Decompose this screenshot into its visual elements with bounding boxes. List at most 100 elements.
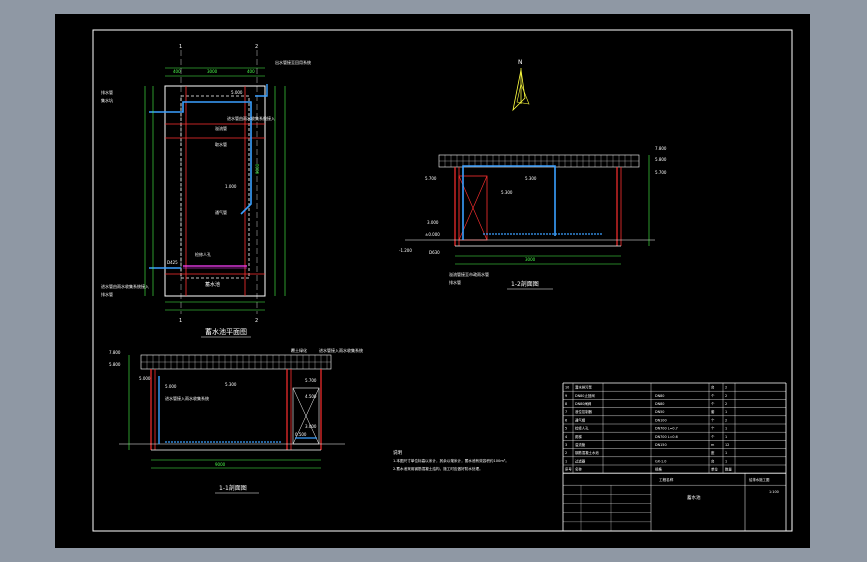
- part-qty: 1: [725, 459, 727, 463]
- drawing-name: 蓄水池: [687, 494, 701, 501]
- plan-view: 400 3000 400 1 2 1 2 9000 进水管由雨水收集系统接入 溢…: [101, 44, 311, 338]
- part-spec: DN80: [655, 402, 664, 406]
- part-spec: DN80: [655, 394, 664, 398]
- plan-note: 排水管: [101, 89, 113, 95]
- part-spec: GX-1.0: [655, 459, 666, 463]
- section-level: 5.300: [501, 190, 513, 195]
- section-mark: 2: [255, 44, 258, 50]
- part-unit: 台: [711, 385, 715, 390]
- drawing-frame: [92, 29, 793, 532]
- plan-note: 进水管由雨水收集系统接入: [101, 283, 149, 289]
- plan-title: 蓄水池平面图: [205, 327, 247, 336]
- notes-line: 1.本图尺寸单位标高以米计，其余以毫米计，蓄水池有效容积约100m³。: [393, 458, 509, 463]
- section-mark: 2: [255, 318, 258, 324]
- plan-dim-text: 3000: [207, 69, 218, 74]
- section-dim: 9000: [215, 462, 226, 467]
- plan-bottom-label: 蓄水池: [205, 281, 220, 288]
- section-level: 5.700: [655, 170, 667, 175]
- section-level: 3.000: [305, 424, 317, 429]
- part-no: 3: [565, 443, 567, 447]
- plan-dim-text: 9000: [255, 163, 260, 174]
- part-spec: DN100: [655, 418, 667, 422]
- part-unit: 套: [711, 409, 715, 414]
- part-unit: 个: [711, 393, 715, 398]
- plan-level: 5.000: [231, 90, 243, 95]
- cad-drawing: 400 3000 400 1 2 1 2 9000 进水管由雨水收集系统接入 溢…: [92, 29, 793, 532]
- section-dim: 3000: [525, 257, 536, 262]
- part-qty: 12: [725, 443, 729, 447]
- part-no: 8: [565, 402, 567, 406]
- header-cell: 数量: [725, 467, 732, 472]
- part-qty: 2: [725, 386, 727, 390]
- plan-dim-text: 400: [173, 69, 181, 74]
- section-level: 5.300: [525, 176, 537, 181]
- part-qty: 2: [725, 418, 727, 422]
- plan-dim-text: 400: [247, 69, 255, 74]
- plan-note: 取水管: [215, 141, 227, 147]
- part-no: 7: [565, 410, 567, 414]
- header-cell: 规格: [655, 467, 662, 472]
- notes-label: 说明: [393, 449, 402, 456]
- plan-level: 1.000: [225, 184, 237, 189]
- notes-line: 2.蓄水池采用钢筋混凝土结构，施工时应做好防水处理。: [393, 466, 483, 471]
- part-qty: 2: [725, 394, 727, 398]
- plan-dim-text: D425: [167, 260, 178, 265]
- plan-note: 集水坑: [101, 97, 113, 103]
- section-title: 1-2剖面图: [511, 280, 539, 288]
- section-level: 5.800: [109, 362, 121, 367]
- part-no: 1: [565, 459, 567, 463]
- plan-note: 出水管接至回用系统: [275, 59, 311, 65]
- plan-note: 排水管: [101, 291, 113, 297]
- section-level: -1.200: [399, 248, 412, 253]
- north-arrow: N: [512, 59, 530, 112]
- section-level: 5.800: [655, 157, 667, 162]
- part-qty: 1: [725, 410, 727, 414]
- sheet-code: 给排水施工图: [749, 477, 770, 482]
- section-level: 5.700: [425, 176, 437, 181]
- part-no: 5: [565, 427, 567, 431]
- part-qty: 1: [725, 451, 727, 455]
- part-qty: 1: [725, 427, 727, 431]
- section-title: 1-1剖面图: [219, 484, 247, 492]
- plan-note: 进水管由雨水收集系统接入: [227, 115, 275, 121]
- section-11: 7.800 5.800 5.000 5.000 5.300 5.700 4.50…: [109, 347, 363, 494]
- part-name: 过滤器: [575, 458, 586, 463]
- part-unit: 个: [711, 426, 715, 431]
- part-no: 10: [565, 386, 569, 390]
- part-unit: 个: [711, 401, 715, 406]
- section-level: 5.300: [225, 382, 237, 387]
- title-block: 10 潜水排污泵台 29 DN80止回阀 DN80 个 28 DN80闸阀 DN80 个 27 液位控…: [562, 382, 787, 531]
- plan-note: 检修人孔: [195, 251, 211, 257]
- project-label: 工程名称: [659, 477, 674, 482]
- general-notes: 说明 1.本图尺寸单位标高以米计，其余以毫米计，蓄水池有效容积约100m³。 2…: [393, 449, 509, 471]
- part-name: 检修人孔: [575, 426, 589, 431]
- part-spec: DN700 L=0.7: [655, 427, 678, 431]
- part-unit: m: [711, 443, 715, 447]
- cad-model-space[interactable]: 400 3000 400 1 2 1 2 9000 进水管由雨水收集系统接入 溢…: [55, 14, 810, 548]
- tank-inner-wall: [180, 95, 250, 279]
- part-spec: DN150: [655, 443, 667, 447]
- section-level: ±0.000: [425, 232, 440, 237]
- header-cell: 单位: [711, 467, 718, 472]
- section-level: 4.500: [305, 394, 317, 399]
- part-name: 钢筋混凝土水池: [575, 450, 599, 455]
- part-unit: 个: [711, 434, 715, 439]
- section-note: 进水管接入雨水收集系统: [319, 347, 363, 353]
- section-level: 5.000: [139, 376, 151, 381]
- section-note: 排水管: [449, 279, 461, 285]
- part-name: 溢流管: [575, 442, 586, 447]
- section-note: 覆土绿化: [291, 347, 307, 353]
- part-spec: DN700 L=0.6: [655, 435, 678, 439]
- part-unit: 台: [711, 458, 715, 463]
- part-qty: 2: [725, 402, 727, 406]
- section-level: 3.000: [427, 220, 439, 225]
- section-12: 7.800 5.800 5.700 5.700 3.000 5.300 5.30…: [399, 146, 667, 290]
- plan-note: 通气管: [215, 209, 227, 215]
- part-no: 2: [565, 451, 567, 455]
- section-level: 7.800: [109, 350, 121, 355]
- part-name: 液位控制器: [575, 409, 593, 414]
- part-no: 9: [565, 394, 567, 398]
- part-unit: 个: [711, 417, 715, 422]
- part-no: 4: [565, 435, 567, 439]
- part-name: 爬梯: [575, 434, 582, 439]
